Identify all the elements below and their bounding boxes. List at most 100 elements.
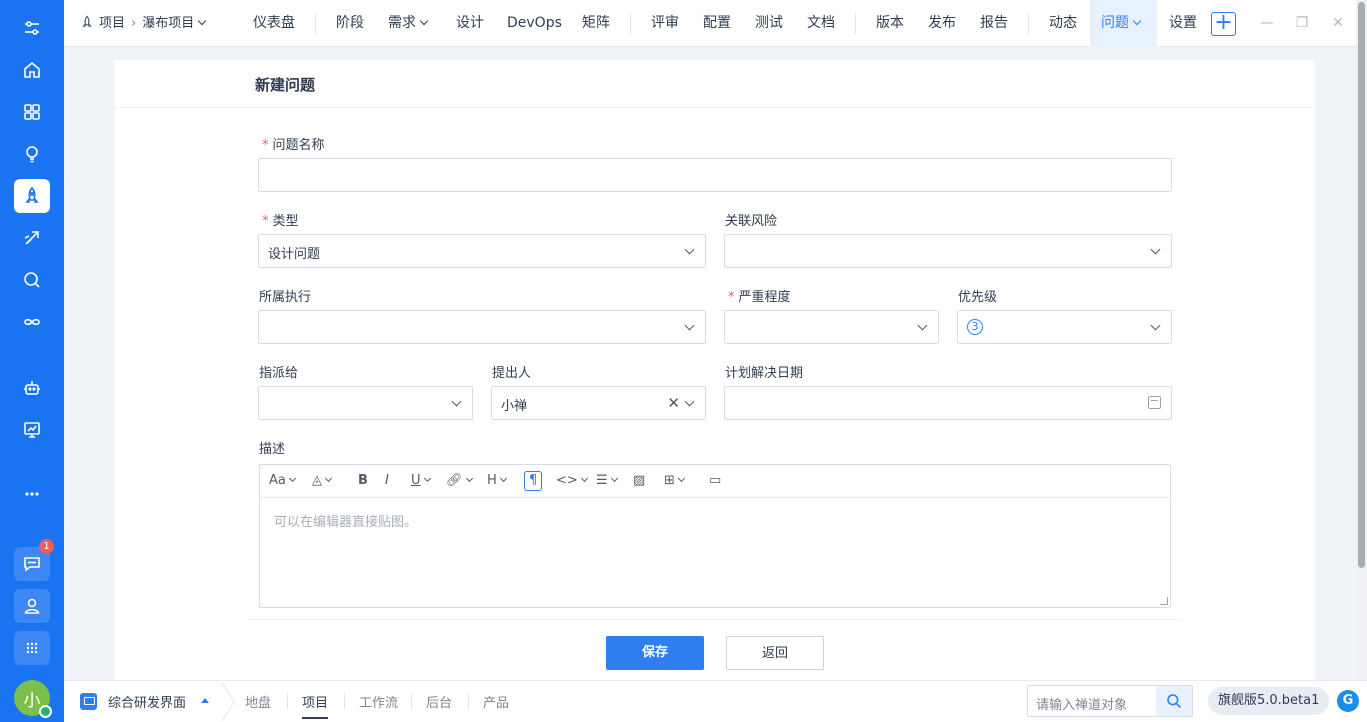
tab-dashboard[interactable]: 仪表盘	[253, 0, 295, 47]
clear-icon[interactable]: ✕	[667, 394, 680, 412]
nav-divider	[855, 13, 856, 34]
severity-select[interactable]	[724, 310, 939, 344]
bold-icon[interactable]: B	[358, 471, 368, 491]
tab-doc[interactable]: 文档	[807, 0, 835, 47]
user-icon[interactable]	[14, 589, 50, 623]
table-icon[interactable]: ⊞	[664, 471, 685, 491]
avatar-text: 小	[23, 690, 41, 711]
paragraph-icon[interactable]: ¶	[524, 471, 543, 491]
search-circle-icon[interactable]	[14, 263, 50, 297]
sprint-icon[interactable]	[14, 221, 50, 255]
tab-config[interactable]: 配置	[703, 0, 731, 47]
chat-icon[interactable]: 1	[14, 539, 54, 581]
zentao-logo-icon[interactable]: G	[1337, 690, 1359, 712]
tab-matrix[interactable]: 矩阵	[582, 0, 610, 47]
bottom-divider	[344, 693, 345, 709]
home-icon[interactable]	[14, 53, 50, 87]
chevron-down-icon	[1150, 320, 1161, 331]
grid-menu-icon[interactable]	[14, 631, 50, 665]
code-icon[interactable]: <>	[556, 471, 588, 491]
settings-sliders-icon[interactable]	[14, 11, 50, 45]
required-mark: *	[262, 138, 269, 153]
underline-icon[interactable]: U	[411, 471, 431, 491]
board-icon[interactable]	[14, 413, 50, 447]
tab-version[interactable]: 版本	[876, 0, 904, 47]
bottom-tab-product[interactable]: 产品	[483, 692, 509, 711]
description-label: 描述	[259, 442, 286, 457]
apps-grid-icon[interactable]	[14, 95, 50, 129]
nav-divider	[315, 13, 316, 34]
type-label-text: 类型	[272, 214, 299, 229]
image-icon[interactable]: ▨	[633, 471, 645, 491]
project-switcher[interactable]: 项目 › 瀑布项目	[80, 0, 207, 47]
chevron-down-icon	[684, 320, 695, 331]
bottom-tab-admin[interactable]: 后台	[426, 692, 452, 711]
link-icon[interactable]: 🔗︎	[446, 471, 473, 491]
project-label: 项目	[99, 16, 126, 31]
scrollbar-thumb[interactable]	[1358, 2, 1365, 568]
tab-activity[interactable]: 动态	[1049, 0, 1077, 47]
workspace-icon	[80, 693, 97, 710]
lightbulb-icon[interactable]	[14, 137, 50, 171]
italic-icon[interactable]: I	[385, 471, 389, 491]
form-divider	[248, 619, 1182, 620]
tab-test[interactable]: 测试	[755, 0, 783, 47]
top-nav: 项目 › 瀑布项目 仪表盘 阶段 需求 设计 DevOps 矩阵 评审 配置 测试 …	[64, 0, 1367, 47]
tab-settings[interactable]: 设置	[1169, 0, 1197, 47]
chevron-down-icon	[197, 16, 207, 26]
chevron-down-icon	[1150, 244, 1161, 255]
type-select[interactable]: 设计问题	[258, 234, 706, 268]
font-size-icon[interactable]: Aa	[269, 471, 296, 491]
bottom-tab-workflow[interactable]: 工作流	[359, 692, 398, 711]
tab-stage[interactable]: 阶段	[336, 0, 364, 47]
add-button[interactable]: +	[1211, 12, 1236, 36]
restore-icon[interactable]: ❐	[1295, 16, 1309, 30]
reporter-select[interactable]: 小禅 ✕	[491, 386, 706, 420]
assignee-select[interactable]	[258, 386, 473, 420]
close-icon[interactable]: ✕	[1331, 16, 1345, 30]
tab-design[interactable]: 设计	[456, 0, 484, 47]
page-scrollbar[interactable]	[1356, 0, 1367, 680]
bottom-tab-dashboard[interactable]: 地盘	[245, 692, 271, 711]
calendar-icon[interactable]	[1148, 396, 1161, 409]
chevron-down-icon	[684, 244, 695, 255]
search-button[interactable]	[1156, 686, 1192, 716]
workspace-switcher[interactable]: 综合研发界面	[108, 692, 186, 711]
search-placeholder: 请输入禅道对象	[1036, 698, 1128, 713]
tab-issue[interactable]: 问题	[1090, 0, 1157, 47]
infinity-icon[interactable]	[14, 305, 50, 339]
caret-up-icon[interactable]	[201, 698, 209, 703]
chevron-down-icon	[917, 320, 928, 331]
project-name: 瀑布项目	[142, 16, 195, 31]
robot-icon[interactable]	[14, 371, 50, 405]
required-mark: *	[728, 290, 735, 305]
list-icon[interactable]: ☰	[596, 471, 618, 491]
version-badge[interactable]: 旗舰版5.0.beta1	[1208, 687, 1330, 715]
tab-devops[interactable]: DevOps	[507, 0, 562, 47]
bottom-tab-project[interactable]: 项目	[302, 692, 329, 719]
required-mark: *	[262, 214, 269, 229]
text-color-icon[interactable]: ◬	[312, 471, 333, 491]
tab-requirement[interactable]: 需求	[388, 0, 429, 47]
tab-report[interactable]: 报告	[980, 0, 1008, 47]
more-icon[interactable]	[14, 477, 50, 511]
description-editor[interactable]: Aa ◬ B I U 🔗︎ H ¶ <> ☰ ▨ ⊞ ▭ 可以在编辑器直接贴图。	[259, 464, 1171, 608]
tab-release[interactable]: 发布	[928, 0, 956, 47]
priority-select[interactable]: 3	[957, 310, 1172, 344]
online-status-dot	[39, 705, 52, 718]
issue-name-input[interactable]	[258, 158, 1172, 192]
bottom-divider	[287, 693, 288, 709]
rocket-icon[interactable]	[14, 179, 50, 213]
avatar[interactable]: 小	[14, 680, 52, 718]
save-button[interactable]: 保存	[606, 636, 704, 670]
due-date-input[interactable]	[724, 386, 1172, 420]
resize-handle-icon[interactable]	[1160, 597, 1168, 605]
template-icon[interactable]: ▭	[709, 471, 721, 491]
execution-select[interactable]	[258, 310, 706, 344]
heading-icon[interactable]: H	[487, 471, 507, 491]
minimize-icon[interactable]: —	[1260, 16, 1274, 30]
back-button[interactable]: 返回	[726, 636, 824, 670]
search-icon	[1167, 694, 1181, 708]
risk-select[interactable]	[724, 234, 1172, 268]
tab-review[interactable]: 评审	[651, 0, 679, 47]
